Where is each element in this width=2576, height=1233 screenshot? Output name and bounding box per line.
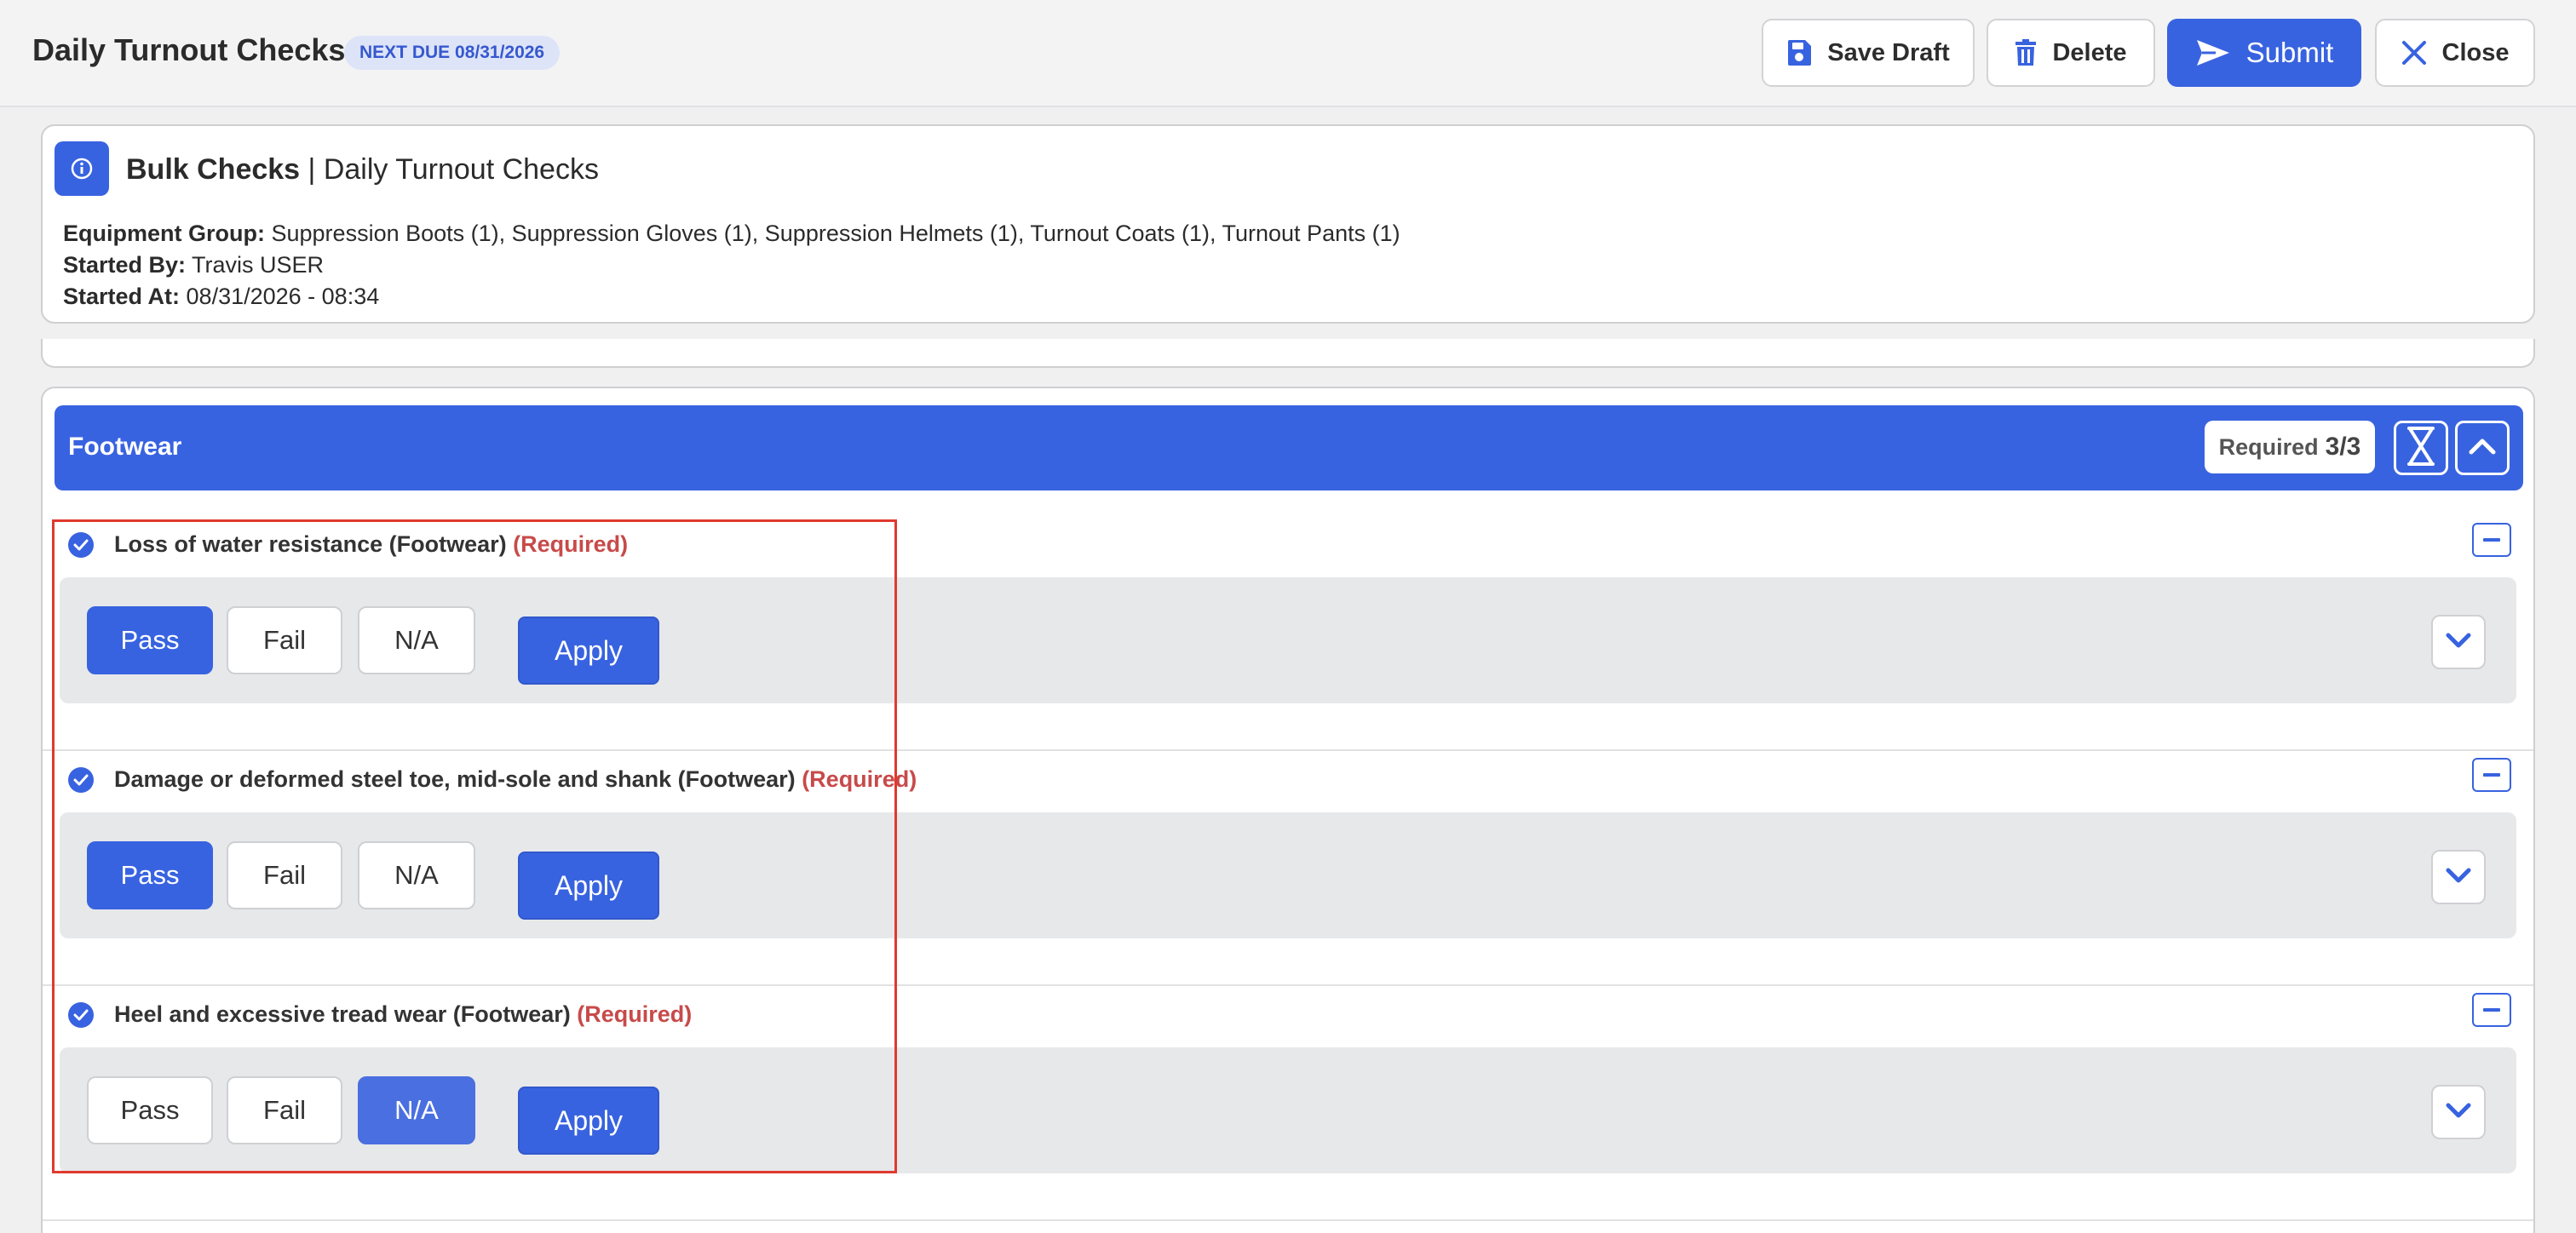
collapse-item-button[interactable] <box>2472 523 2511 557</box>
na-option[interactable]: N/A <box>358 1076 475 1144</box>
required-count-badge: Required 3/3 <box>2205 421 2375 473</box>
started-at-label: Started At: <box>63 284 181 309</box>
footwear-section: Footwear Required 3/3 Loss of water resi… <box>41 387 2535 1233</box>
delete-button[interactable]: Delete <box>1987 19 2155 87</box>
pass-option[interactable]: Pass <box>87 606 213 674</box>
check-circle-icon <box>68 1001 94 1028</box>
check-item-text: Loss of water resistance (Footwear) <box>114 531 507 557</box>
check-item-label: Loss of water resistance (Footwear) (Req… <box>114 531 628 558</box>
top-bar: Daily Turnout Checks NEXT DUE 08/31/2026… <box>0 0 2576 107</box>
equipment-group-line: Equipment Group: Suppression Boots (1), … <box>63 218 1400 249</box>
check-item: Loss of water resistance (Footwear) (Req… <box>43 516 2533 751</box>
save-draft-button[interactable]: Save Draft <box>1762 19 1975 87</box>
apply-button[interactable]: Apply <box>518 852 659 920</box>
started-at-value: 08/31/2026 - 08:34 <box>186 284 380 309</box>
collapse-section-button[interactable] <box>2455 421 2510 475</box>
collapse-all-button[interactable] <box>2394 421 2448 475</box>
info-title-bold: Bulk Checks <box>126 153 301 186</box>
chevron-down-icon <box>2445 867 2472 888</box>
pass-option[interactable]: Pass <box>87 1076 213 1144</box>
submit-button[interactable]: Submit <box>2167 19 2361 87</box>
chevron-up-icon <box>2468 437 2497 460</box>
collapse-all-icon <box>2404 425 2438 472</box>
expand-item-button[interactable] <box>2431 1085 2486 1139</box>
info-icon[interactable] <box>55 141 109 196</box>
info-title: Bulk Checks | Daily Turnout Checks <box>126 153 599 186</box>
section-header: Footwear Required 3/3 <box>55 405 2523 490</box>
equipment-group-value: Suppression Boots (1), Suppression Glove… <box>271 221 1400 246</box>
check-item-label: Damage or deformed steel toe, mid-sole a… <box>114 766 917 793</box>
next-due-badge: NEXT DUE 08/31/2026 <box>344 36 561 70</box>
bulk-check-info-card: Bulk Checks | Daily Turnout Checks Equip… <box>41 124 2535 324</box>
required-tag: (Required) <box>513 531 629 557</box>
pass-option[interactable]: Pass <box>87 841 213 909</box>
apply-button[interactable]: Apply <box>518 616 659 685</box>
minus-icon <box>2483 538 2500 542</box>
close-label: Close <box>2441 38 2510 66</box>
required-count: 3/3 <box>2325 433 2361 461</box>
check-item-body: Pass Fail N/A Apply <box>60 577 2516 703</box>
equipment-group-label: Equipment Group: <box>63 221 265 246</box>
fail-option[interactable]: Fail <box>227 1076 342 1144</box>
save-draft-label: Save Draft <box>1827 38 1950 66</box>
check-item: Heel and excessive tread wear (Footwear)… <box>43 986 2533 1221</box>
apply-button[interactable]: Apply <box>518 1087 659 1155</box>
na-option[interactable]: N/A <box>358 841 475 909</box>
collapse-item-button[interactable] <box>2472 758 2511 792</box>
delete-label: Delete <box>2052 38 2127 66</box>
collapse-item-button[interactable] <box>2472 993 2511 1027</box>
check-item-header: Loss of water resistance (Footwear) (Req… <box>68 531 628 558</box>
required-label: Required <box>2218 433 2319 460</box>
submit-label: Submit <box>2245 37 2334 68</box>
send-icon <box>2195 38 2231 67</box>
info-title-rest: | Daily Turnout Checks <box>308 153 599 186</box>
fail-option[interactable]: Fail <box>227 606 342 674</box>
close-icon <box>2401 40 2427 66</box>
minus-icon <box>2483 773 2500 777</box>
check-item-label: Heel and excessive tread wear (Footwear)… <box>114 1001 692 1028</box>
fail-option[interactable]: Fail <box>227 841 342 909</box>
started-at-line: Started At: 08/31/2026 - 08:34 <box>63 281 1400 313</box>
info-details: Equipment Group: Suppression Boots (1), … <box>63 218 1400 313</box>
floppy-disk-icon <box>1786 39 1812 66</box>
check-item-body: Pass Fail N/A Apply <box>60 812 2516 938</box>
collapsed-panel-edge <box>41 339 2535 368</box>
trash-icon <box>2015 39 2037 66</box>
check-item-header: Damage or deformed steel toe, mid-sole a… <box>68 766 917 793</box>
check-item-body: Pass Fail N/A Apply <box>60 1047 2516 1173</box>
chevron-down-icon <box>2445 632 2472 653</box>
section-title: Footwear <box>68 433 182 461</box>
check-item-text: Damage or deformed steel toe, mid-sole a… <box>114 766 796 792</box>
check-item: Damage or deformed steel toe, mid-sole a… <box>43 751 2533 986</box>
started-by-label: Started By: <box>63 252 187 278</box>
na-option[interactable]: N/A <box>358 606 475 674</box>
close-button[interactable]: Close <box>2375 19 2535 87</box>
expand-item-button[interactable] <box>2431 615 2486 669</box>
required-tag: (Required) <box>802 766 917 792</box>
chevron-down-icon <box>2445 1102 2472 1123</box>
minus-icon <box>2483 1008 2500 1012</box>
check-item-header: Heel and excessive tread wear (Footwear)… <box>68 1001 692 1028</box>
started-by-line: Started By: Travis USER <box>63 249 1400 281</box>
check-item-text: Heel and excessive tread wear (Footwear) <box>114 1001 571 1027</box>
page-title: Daily Turnout Checks <box>32 32 346 67</box>
required-tag: (Required) <box>577 1001 693 1027</box>
check-circle-icon <box>68 531 94 558</box>
expand-item-button[interactable] <box>2431 850 2486 904</box>
started-by-value: Travis USER <box>192 252 325 278</box>
check-circle-icon <box>68 766 94 793</box>
